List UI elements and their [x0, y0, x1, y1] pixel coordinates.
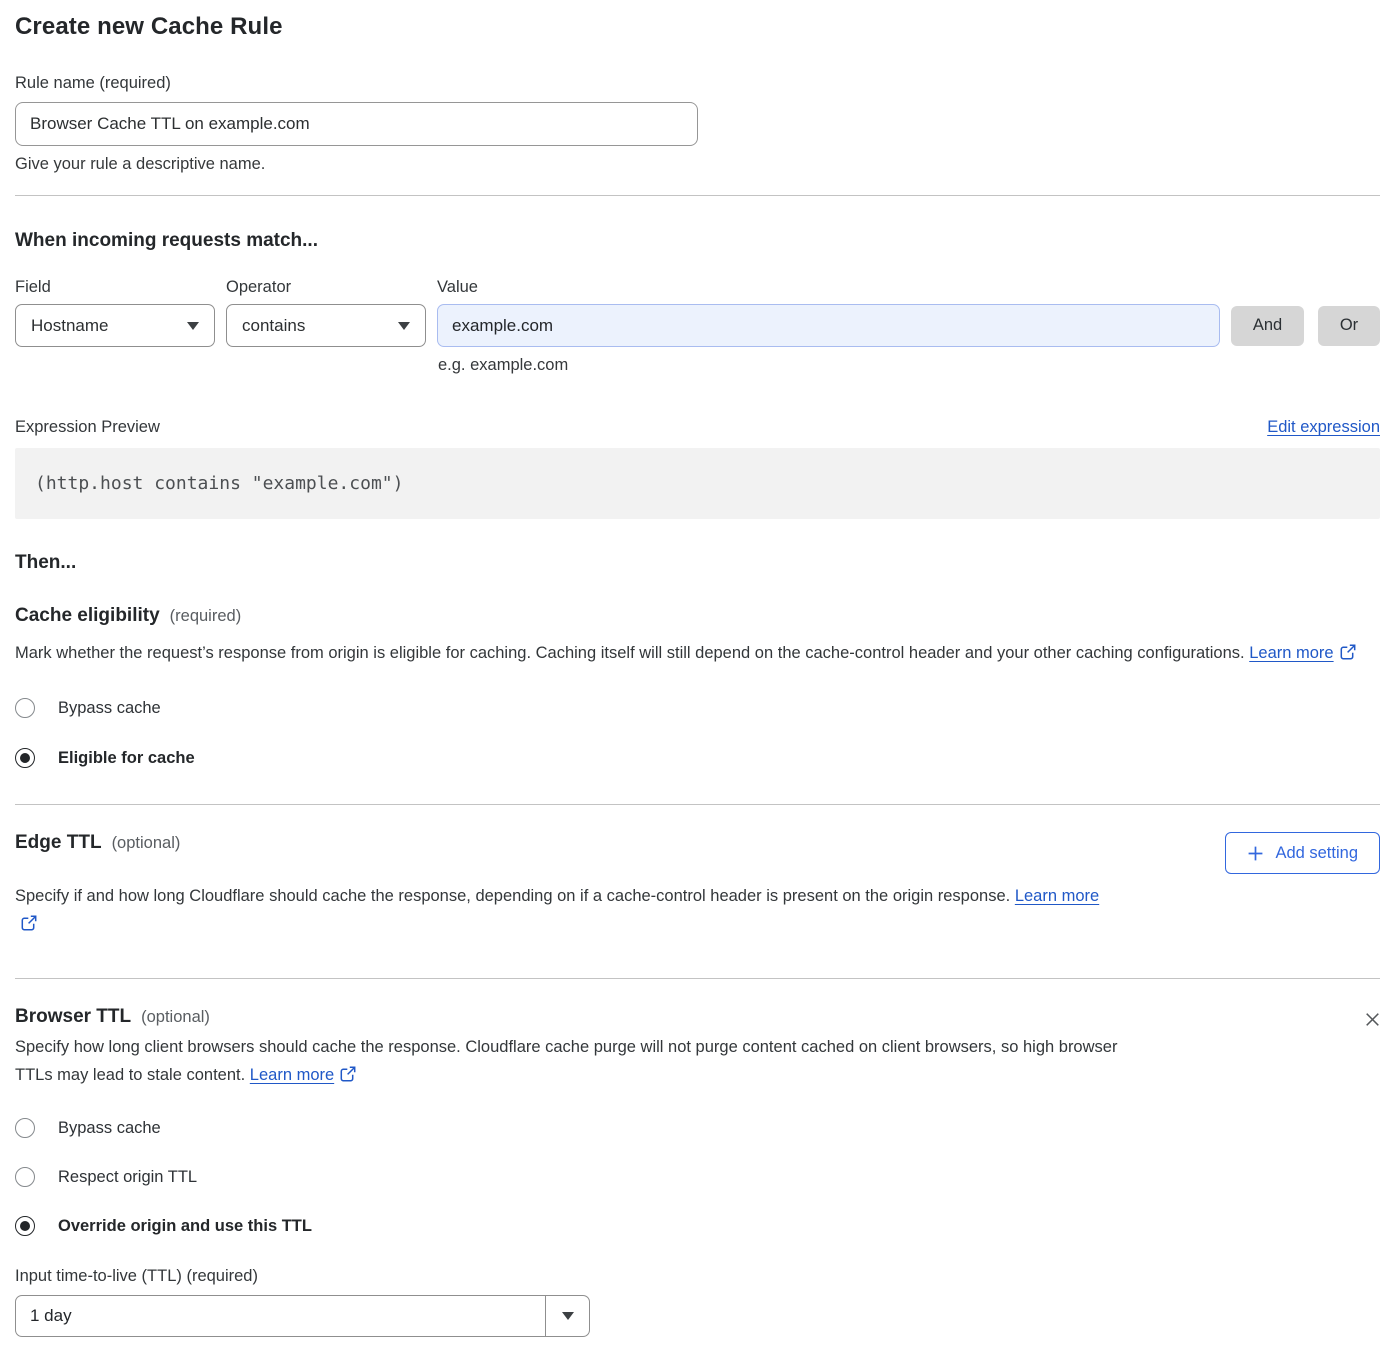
add-setting-label: Add setting — [1275, 844, 1358, 863]
edge-ttl-title: Edge TTL — [15, 832, 102, 854]
cache-eligibility-description: Mark whether the request’s response from… — [15, 639, 1363, 669]
radio-option-label: Eligible for cache — [58, 749, 195, 768]
radio-option-bypass-cache[interactable]: Bypass cache — [15, 698, 1380, 718]
rule-name-label: Rule name (required) — [15, 74, 1380, 93]
browser-ttl-title: Browser TTL — [15, 1006, 131, 1028]
external-link-icon — [1340, 646, 1356, 664]
cache-eligibility-header: Cache eligibility (required) — [15, 605, 1380, 627]
field-select[interactable]: Hostname — [15, 304, 215, 347]
match-column-labels: Field Operator Value — [15, 278, 1380, 297]
plus-icon — [1247, 845, 1264, 862]
or-button[interactable]: Or — [1318, 306, 1380, 346]
radio-option-eligible-for-cache[interactable]: Eligible for cache — [15, 748, 1380, 768]
value-input[interactable] — [437, 304, 1220, 347]
chevron-down-icon — [187, 322, 199, 330]
chevron-down-icon — [398, 322, 410, 330]
create-cache-rule-form: Create new Cache Rule Rule name (require… — [0, 0, 1400, 1361]
edge-ttl-optional-tag: (optional) — [112, 834, 181, 853]
browser-ttl-learn-more-link[interactable]: Learn more — [250, 1066, 334, 1084]
field-select-value: Hostname — [31, 316, 108, 336]
cache-eligibility-description-text: Mark whether the request’s response from… — [15, 644, 1245, 662]
section-divider — [15, 195, 1380, 196]
page-title: Create new Cache Rule — [15, 13, 1380, 41]
edge-ttl-description: Specify if and how long Cloudflare shoul… — [15, 882, 1120, 940]
radio-option-label: Bypass cache — [58, 1119, 161, 1138]
radio-option-label: Bypass cache — [58, 699, 161, 718]
browser-ttl-description-text: Specify how long client browsers should … — [15, 1038, 1117, 1084]
expression-code-block: (http.host contains "example.com") — [15, 448, 1380, 519]
add-setting-button[interactable]: Add setting — [1225, 832, 1380, 874]
edge-ttl-header: Edge TTL (optional) Add setting — [15, 832, 1380, 874]
chevron-down-icon — [562, 1312, 574, 1320]
external-link-icon — [340, 1068, 356, 1086]
radio-checked-icon — [15, 1216, 35, 1236]
match-heading: When incoming requests match... — [15, 230, 1380, 252]
close-browser-ttl-button[interactable] — [1361, 1008, 1384, 1031]
external-link-icon — [21, 917, 37, 935]
browser-ttl-optional-tag: (optional) — [141, 1008, 210, 1027]
radio-icon — [15, 1118, 35, 1138]
radio-checked-icon — [15, 748, 35, 768]
cache-eligibility-required-tag: (required) — [170, 607, 242, 626]
rule-name-input[interactable] — [15, 102, 698, 146]
radio-option-respect-origin-ttl[interactable]: Respect origin TTL — [15, 1167, 1380, 1187]
operator-label: Operator — [226, 278, 426, 297]
section-divider — [15, 804, 1380, 805]
radio-icon — [15, 698, 35, 718]
operator-select-value: contains — [242, 316, 305, 336]
value-hint: e.g. example.com — [438, 356, 1380, 375]
then-heading: Then... — [15, 552, 1380, 574]
field-label: Field — [15, 278, 215, 297]
value-label: Value — [437, 278, 1220, 297]
and-button[interactable]: And — [1231, 306, 1304, 346]
ttl-select-value: 1 day — [16, 1296, 545, 1336]
edit-expression-link[interactable]: Edit expression — [1267, 418, 1380, 437]
radio-option-override-origin-ttl[interactable]: Override origin and use this TTL — [15, 1216, 1380, 1236]
cache-eligibility-learn-more-link[interactable]: Learn more — [1249, 644, 1333, 662]
edge-ttl-learn-more-link[interactable]: Learn more — [1015, 887, 1099, 905]
browser-ttl-header: Browser TTL (optional) — [15, 1006, 1380, 1031]
radio-option-browser-bypass-cache[interactable]: Bypass cache — [15, 1118, 1380, 1138]
ttl-select-caret-segment[interactable] — [545, 1296, 589, 1336]
match-controls-row: Hostname contains And Or — [15, 304, 1380, 347]
edge-ttl-description-text: Specify if and how long Cloudflare shoul… — [15, 887, 1010, 905]
rule-name-helper: Give your rule a descriptive name. — [15, 155, 1380, 174]
ttl-input-label: Input time-to-live (TTL) (required) — [15, 1267, 1380, 1286]
radio-option-label: Override origin and use this TTL — [58, 1217, 312, 1236]
radio-icon — [15, 1167, 35, 1187]
expression-preview-label: Expression Preview — [15, 418, 160, 437]
edge-ttl-heading: Edge TTL (optional) — [15, 832, 180, 854]
section-divider — [15, 978, 1380, 979]
operator-select[interactable]: contains — [226, 304, 426, 347]
close-icon — [1363, 1017, 1382, 1032]
browser-ttl-heading: Browser TTL (optional) — [15, 1006, 210, 1028]
ttl-select[interactable]: 1 day — [15, 1295, 590, 1337]
expression-preview-row: Expression Preview Edit expression — [15, 418, 1380, 437]
radio-option-label: Respect origin TTL — [58, 1168, 197, 1187]
browser-ttl-description: Specify how long client browsers should … — [15, 1033, 1120, 1091]
cache-eligibility-title: Cache eligibility — [15, 605, 160, 627]
